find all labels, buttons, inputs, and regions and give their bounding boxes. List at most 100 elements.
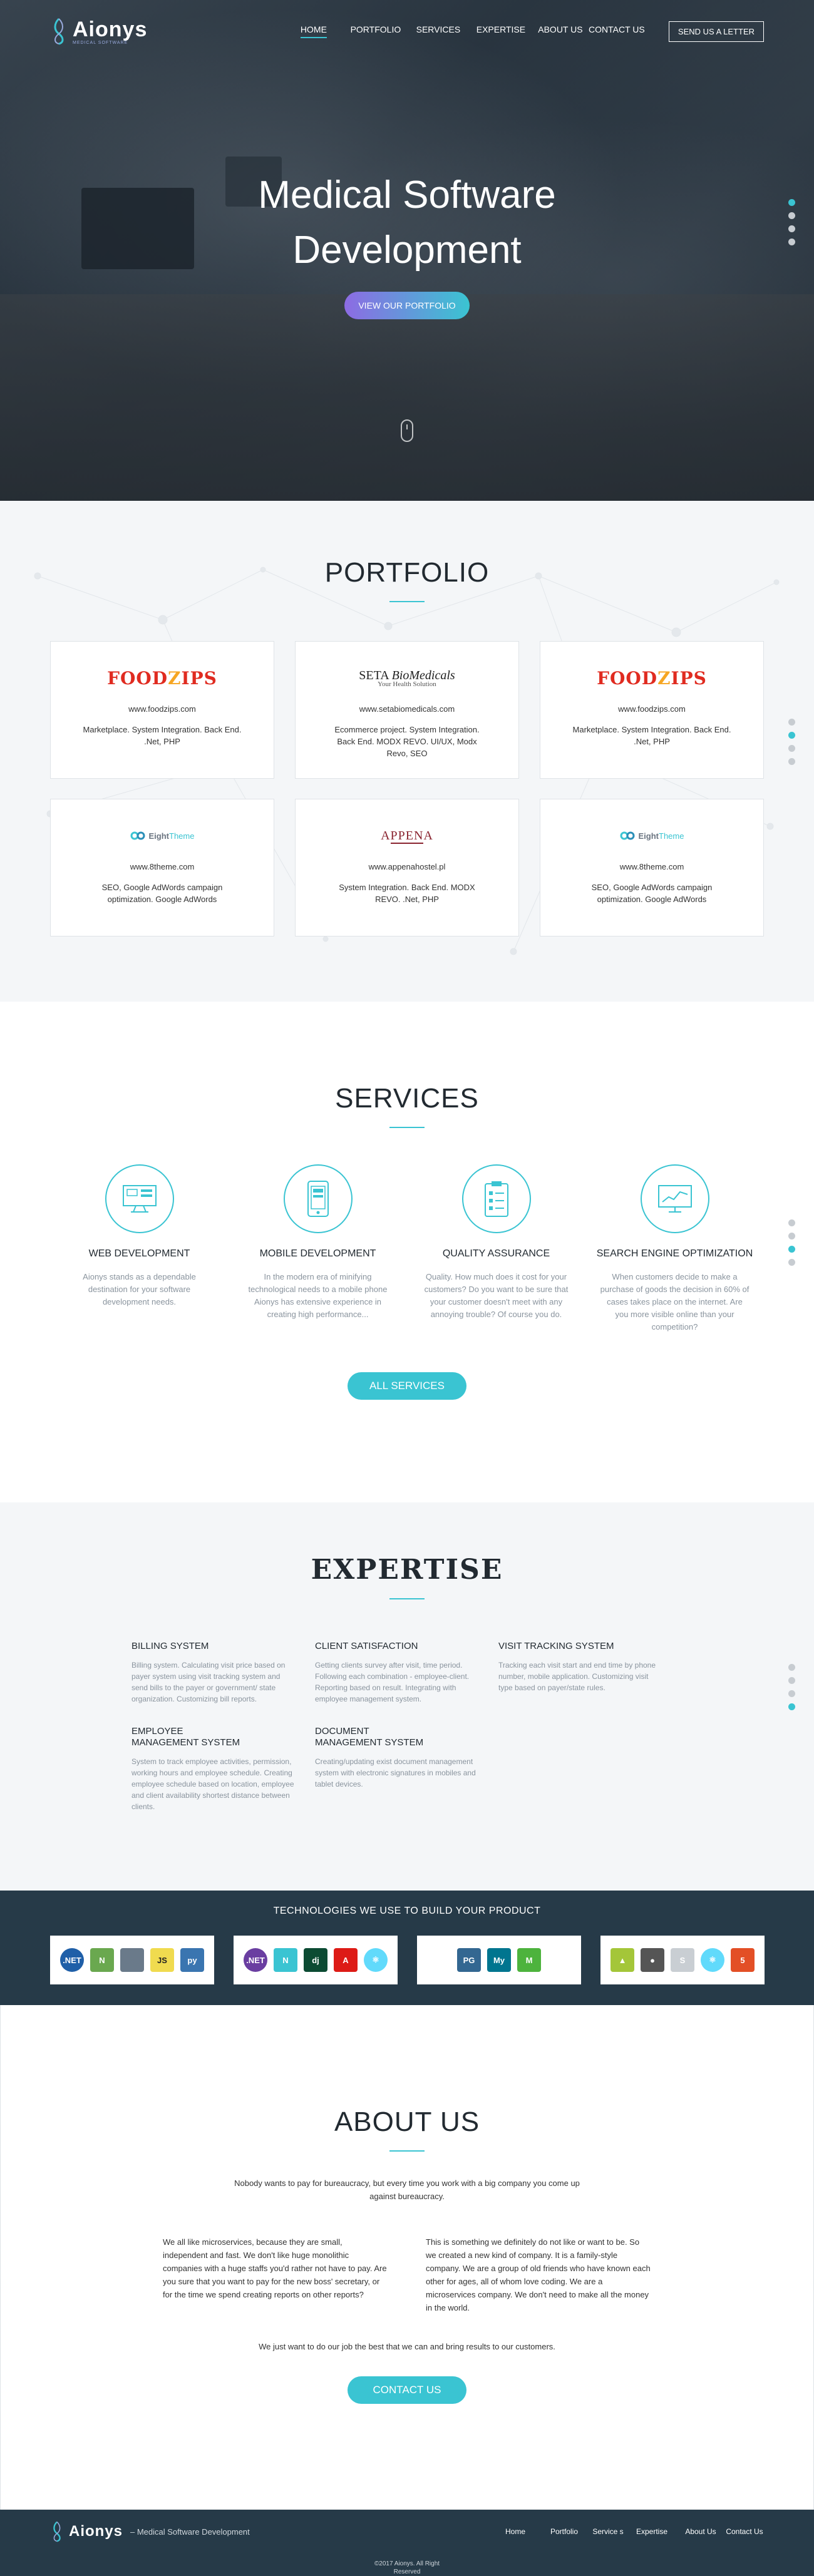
- section-dot[interactable]: [788, 1219, 795, 1226]
- section-dot[interactable]: [788, 1677, 795, 1684]
- section-dots: [788, 719, 795, 765]
- scroll-down-mouse-icon[interactable]: [401, 419, 413, 442]
- copyright: ©2017 Aionys. All Right Reserved: [0, 2560, 814, 2576]
- expertise-item: VISIT TRACKING SYSTEM Tracking each visi…: [498, 1641, 682, 1705]
- section-dots: [788, 1219, 795, 1266]
- service-description: Aionys stands as a dependable destinatio…: [83, 1272, 196, 1306]
- footer-link-home[interactable]: Home: [491, 2527, 540, 2537]
- section-dot[interactable]: [788, 1690, 795, 1697]
- technology-logo-group: PG My M: [417, 1936, 581, 1984]
- section-dot[interactable]: [788, 199, 795, 206]
- footer-link-services[interactable]: Service s: [589, 2527, 627, 2537]
- foodzips-logo: FOODZIPS: [107, 667, 217, 689]
- footer-link-portfolio[interactable]: Portfolio: [540, 2527, 589, 2537]
- copyright-line-1: ©2017 Aionys. All Right: [374, 2560, 440, 2567]
- service-name: MOBILE DEVELOPMENT: [259, 1248, 376, 1259]
- expertise-description: Creating/updating exist document managem…: [315, 1757, 476, 1788]
- expertise-name: DOCUMENT MANAGEMENT SYSTEM: [315, 1726, 424, 1748]
- about-lead: Nobody wants to pay for bureaucracy, but…: [234, 2178, 580, 2201]
- footer-link-contact[interactable]: Contact Us: [725, 2527, 764, 2537]
- nativescript-icon: N: [274, 1948, 297, 1972]
- card-url: www.setabiomedicals.com: [359, 704, 455, 714]
- expertise-name: BILLING SYSTEM: [131, 1641, 209, 1651]
- appena-logo: APPENA: [381, 828, 433, 844]
- card-description: Marketplace. System Integration. Back En…: [572, 725, 731, 746]
- nav-services[interactable]: SERVICES: [407, 24, 470, 38]
- portfolio-title: PORTFOLIO: [324, 557, 490, 588]
- send-letter-button[interactable]: SEND US A LETTER: [668, 21, 764, 42]
- eighttheme-logo: EightTheme: [540, 823, 763, 848]
- expertise-grid: BILLING SYSTEM Billing system. Calculati…: [131, 1641, 683, 1812]
- react-icon: ⚛: [364, 1948, 388, 1972]
- technology-logo-group: ▲ ● S ⚛ 5: [600, 1936, 765, 1984]
- section-dots: [788, 1664, 795, 1710]
- title-divider: [389, 2150, 425, 2152]
- service-item[interactable]: QUALITY ASSURANCE Quality. How much does…: [407, 1164, 585, 1333]
- expertise-description: Tracking each visit start and end time b…: [498, 1661, 656, 1692]
- all-services-button[interactable]: ALL SERVICES: [348, 1372, 466, 1400]
- section-dot[interactable]: [788, 239, 795, 245]
- html5-icon: 5: [731, 1948, 755, 1972]
- footer-link-about[interactable]: About Us: [676, 2527, 725, 2537]
- card-url: www.appenahostel.pl: [368, 862, 446, 871]
- service-item[interactable]: MOBILE DEVELOPMENT In the modern era of …: [229, 1164, 407, 1333]
- section-dot[interactable]: [788, 1233, 795, 1239]
- web-monitor-icon: [105, 1164, 174, 1233]
- expertise-item: CLIENT SATISFACTION Getting clients surv…: [315, 1641, 498, 1705]
- logo[interactable]: Aionys MEDICAL SOFTWARE: [50, 18, 147, 45]
- footer-link-expertise[interactable]: Expertise: [627, 2527, 676, 2537]
- hero-section: Aionys MEDICAL SOFTWARE HOME PORTFOLIO S…: [0, 0, 814, 501]
- portfolio-card[interactable]: FOODZIPS www.foodzips.com Marketplace. S…: [50, 641, 274, 779]
- apple-icon: ●: [641, 1948, 664, 1972]
- portfolio-card[interactable]: FOODZIPS www.foodzips.com Marketplace. S…: [540, 641, 764, 779]
- technologies-title: TECHNOLOGIES WE USE TO BUILD YOUR PRODUC…: [273, 1906, 541, 1916]
- section-dot[interactable]: [788, 1246, 795, 1253]
- footer-logo[interactable]: Aionys – Medical Software Development: [50, 2521, 250, 2542]
- section-dot[interactable]: [788, 212, 795, 219]
- footer-tagline: – Medical Software Development: [130, 2527, 250, 2537]
- card-description: SEO, Google AdWords campaign optimizatio…: [591, 883, 713, 904]
- nav-about-us[interactable]: ABOUT US: [532, 24, 589, 38]
- portfolio-section: PORTFOLIO FOODZIPS www.foodzips.com Mark…: [0, 501, 814, 1002]
- view-portfolio-button[interactable]: VIEW OUR PORTFOLIO: [344, 292, 470, 319]
- foodzips-logo: FOODZIPS: [597, 667, 707, 689]
- footer-brand-name: Aionys: [69, 2523, 123, 2540]
- portfolio-card[interactable]: APPENA www.appenahostel.pl System Integr…: [295, 799, 519, 936]
- react-native-icon: ⚛: [701, 1948, 724, 1972]
- section-dot[interactable]: [788, 1259, 795, 1266]
- card-url: www.8theme.com: [619, 862, 684, 871]
- portfolio-card[interactable]: SETA BioMedicals Your Health Solution www…: [295, 641, 519, 779]
- brand-name: Aionys: [73, 18, 148, 41]
- mysql-icon: My: [487, 1948, 511, 1972]
- portfolio-card[interactable]: EightTheme www.8theme.com SEO, Google Ad…: [50, 799, 274, 936]
- expertise-name: EMPLOYEE MANAGEMENT SYSTEM: [131, 1726, 240, 1748]
- about-columns: We all like microservices, because they …: [163, 2235, 651, 2314]
- nav-portfolio[interactable]: PORTFOLIO: [344, 24, 407, 38]
- seta-biomedicals-logo: SETA BioMedicals Your Health Solution: [359, 668, 455, 688]
- nav-home[interactable]: HOME: [300, 24, 327, 38]
- expertise-item: EMPLOYEE MANAGEMENT SYSTEM System to tra…: [131, 1726, 315, 1812]
- postgresql-icon: PG: [457, 1948, 481, 1972]
- section-dot[interactable]: [788, 719, 795, 726]
- service-description: When customers decide to make a purchase…: [600, 1272, 750, 1332]
- service-item[interactable]: WEB DEVELOPMENT Aionys stands as a depen…: [50, 1164, 229, 1333]
- section-dot[interactable]: [788, 732, 795, 739]
- section-dot[interactable]: [788, 1703, 795, 1710]
- nav-contact-us[interactable]: CONTACT US: [589, 24, 645, 38]
- service-item[interactable]: SEARCH ENGINE OPTIMIZATION When customer…: [585, 1164, 764, 1333]
- expertise-description: Billing system. Calculating visit price …: [131, 1661, 286, 1703]
- technologies-row: .NET N JS py .NET Ndj A ⚛ PG My M ▲ ● S ⚛ 5: [50, 1936, 765, 1984]
- contact-us-button[interactable]: CONTACT US: [348, 2376, 466, 2404]
- section-dot[interactable]: [788, 1664, 795, 1671]
- hero-desk-photo: [0, 294, 814, 501]
- hero-title-line-2: Development: [292, 228, 522, 272]
- dotnet-icon: .NET: [244, 1948, 267, 1972]
- hero-title: Medical Software Development: [0, 168, 814, 278]
- section-dot[interactable]: [788, 745, 795, 752]
- hero-title-line-1: Medical Software: [258, 173, 556, 217]
- section-dot[interactable]: [788, 225, 795, 232]
- top-nav: Aionys MEDICAL SOFTWARE HOME PORTFOLIO S…: [0, 0, 814, 63]
- section-dot[interactable]: [788, 758, 795, 765]
- portfolio-card[interactable]: EightTheme www.8theme.com SEO, Google Ad…: [540, 799, 764, 936]
- nav-expertise[interactable]: EXPERTISE: [470, 24, 532, 38]
